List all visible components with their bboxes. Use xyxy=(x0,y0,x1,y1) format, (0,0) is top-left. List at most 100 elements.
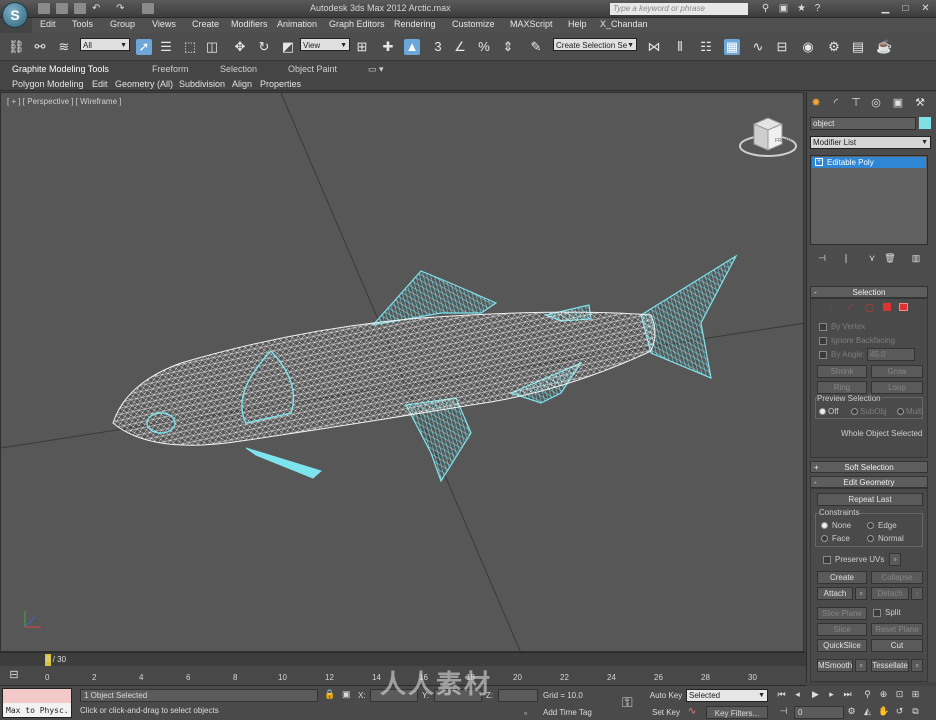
tessellate-settings-icon[interactable]: ▫ xyxy=(911,659,923,672)
search-icon[interactable]: ⚲ xyxy=(760,3,771,14)
constraint-edge-radio[interactable] xyxy=(867,522,874,529)
subtab-subdivision[interactable]: Subdivision xyxy=(179,79,225,89)
tab-selection[interactable]: Selection xyxy=(220,64,257,74)
time-configuration-icon[interactable]: ⚙ xyxy=(846,706,857,717)
shrink-button[interactable]: Shrink xyxy=(817,365,867,378)
select-and-move-icon[interactable]: ✥ xyxy=(232,39,248,55)
pan-view-icon[interactable]: ✋ xyxy=(878,706,889,717)
subtab-geometry-all[interactable]: Geometry (All) xyxy=(115,79,173,89)
maxscript-output[interactable] xyxy=(3,689,71,703)
select-and-link-icon[interactable]: ⛓ xyxy=(8,39,25,55)
curve-editor-icon[interactable]: ∿ xyxy=(750,39,766,55)
attach-list-icon[interactable]: ▫ xyxy=(855,587,867,600)
maximize-button[interactable]: □ xyxy=(900,3,911,14)
preview-off-radio[interactable] xyxy=(819,408,826,415)
msmooth-button[interactable]: MSmooth xyxy=(817,659,853,672)
align-icon[interactable]: ⫴ xyxy=(672,39,688,55)
subscription-icon[interactable]: ▣ xyxy=(778,3,789,14)
percent-snap-icon[interactable]: % xyxy=(476,39,492,55)
key-filters-button[interactable]: Key Filters... xyxy=(706,706,768,719)
rendered-frame-icon[interactable]: ▤ xyxy=(850,39,866,55)
object-color-swatch[interactable] xyxy=(919,117,931,129)
reference-coordinate-dropdown[interactable]: View ▼ xyxy=(300,38,350,51)
menu-graph-editors[interactable]: Graph Editors xyxy=(329,19,385,29)
menu-edit[interactable]: Edit xyxy=(40,19,56,29)
tab-object-paint[interactable]: Object Paint xyxy=(288,64,337,74)
render-setup-icon[interactable]: ⚙ xyxy=(826,39,842,55)
polygon-mode-icon[interactable] xyxy=(883,303,891,311)
auto-key-button[interactable]: Auto Key xyxy=(648,689,684,702)
slice-button[interactable]: Slice xyxy=(817,623,867,636)
menu-maxscript[interactable]: MAXScript xyxy=(510,19,553,29)
border-mode-icon[interactable]: ◯ xyxy=(865,303,874,312)
schematic-view-icon[interactable]: ⊟ xyxy=(774,39,790,55)
key-mode-toggle-icon[interactable]: ⊣ xyxy=(778,706,789,717)
motion-tab-icon[interactable]: ◎ xyxy=(869,96,883,110)
viewport-scene[interactable] xyxy=(1,93,804,652)
split-checkbox[interactable] xyxy=(873,609,881,617)
menu-x-chandan[interactable]: X_Chandan xyxy=(600,19,648,29)
modifier-list-dropdown[interactable]: Modifier List ▼ xyxy=(810,136,931,149)
new-file-icon[interactable] xyxy=(38,3,50,14)
maximize-viewport-icon[interactable]: ⧉ xyxy=(910,706,921,717)
menu-rendering[interactable]: Rendering xyxy=(394,19,436,29)
previous-frame-icon[interactable]: ◂ xyxy=(792,689,803,700)
snaps-toggle-icon[interactable]: 3 xyxy=(430,39,446,55)
menu-animation[interactable]: Animation xyxy=(277,19,317,29)
rectangular-selection-icon[interactable]: ⬚ xyxy=(182,39,198,55)
spinner-snap-icon[interactable]: ⇕ xyxy=(500,39,516,55)
create-tab-icon[interactable]: ✸ xyxy=(809,96,823,110)
angle-snap-icon[interactable]: ∠ xyxy=(452,39,468,55)
help-icon[interactable]: ? xyxy=(812,3,823,14)
perspective-viewport[interactable]: [ + ] [ Perspective ] [ Wireframe ] xyxy=(0,92,804,652)
expand-icon[interactable]: + xyxy=(815,158,823,166)
detach-settings-icon[interactable]: ▫ xyxy=(911,587,923,600)
soft-selection-rollout-header[interactable]: + Soft Selection xyxy=(810,461,928,473)
search-input[interactable]: Type a keyword or phrase xyxy=(610,3,748,15)
maxscript-listener[interactable]: Max to Physc. xyxy=(2,688,72,718)
bind-space-warp-icon[interactable]: ≋ xyxy=(56,39,72,55)
save-file-icon[interactable] xyxy=(74,3,86,14)
zoom-extents-icon[interactable]: ⊡ xyxy=(894,689,905,700)
pivot-center-icon[interactable]: ⊞ xyxy=(354,39,370,55)
selection-rollout-header[interactable]: - Selection xyxy=(810,286,928,298)
time-tag-icon[interactable]: ▫ xyxy=(524,708,527,718)
modify-tab-icon[interactable]: ◜ xyxy=(829,96,843,110)
set-key-button[interactable]: Set Key xyxy=(648,706,684,719)
edit-named-selection-icon[interactable]: ✎ xyxy=(528,39,544,55)
window-crossing-icon[interactable]: ◫ xyxy=(204,39,220,55)
layer-manager-icon[interactable]: ☷ xyxy=(698,39,714,55)
create-button[interactable]: Create xyxy=(817,571,867,584)
make-unique-icon[interactable]: ⋎ xyxy=(865,252,879,264)
repeat-last-button[interactable]: Repeat Last xyxy=(817,493,923,506)
selection-filter-dropdown[interactable]: All ▼ xyxy=(80,38,130,51)
select-by-name-icon[interactable]: ☰ xyxy=(158,39,174,55)
menu-group[interactable]: Group xyxy=(110,19,135,29)
minimize-button[interactable]: ▁ xyxy=(880,3,891,14)
element-mode-icon[interactable] xyxy=(899,303,908,311)
undo-icon[interactable]: ↶ xyxy=(92,3,104,14)
select-and-rotate-icon[interactable]: ↻ xyxy=(256,39,272,55)
select-object-icon[interactable]: ➚ xyxy=(136,39,152,55)
tessellate-button[interactable]: Tessellate xyxy=(871,659,909,672)
slice-plane-button[interactable]: Slice Plane xyxy=(817,607,867,620)
add-time-tag-button[interactable]: Add Time Tag xyxy=(543,708,592,717)
set-keys-icon[interactable]: ⚿ xyxy=(622,694,633,711)
play-icon[interactable]: ▶ xyxy=(810,689,821,700)
maxscript-input[interactable]: Max to Physc. xyxy=(6,706,69,715)
orbit-icon[interactable]: ↺ xyxy=(894,706,905,717)
loop-button[interactable]: Loop xyxy=(871,381,923,394)
subtab-properties[interactable]: Properties xyxy=(260,79,301,89)
preview-multi-radio[interactable] xyxy=(897,408,904,415)
field-of-view-icon[interactable]: ◭ xyxy=(862,706,873,717)
zoom-all-icon[interactable]: ⊕ xyxy=(878,689,889,700)
configure-modifier-sets-icon[interactable]: ▥ xyxy=(909,252,923,264)
z-coordinate-field[interactable] xyxy=(498,689,538,702)
by-angle-checkbox[interactable] xyxy=(819,351,827,359)
zoom-icon[interactable]: ⚲ xyxy=(862,689,873,700)
angle-spinner[interactable]: 45.0 xyxy=(867,348,915,361)
app-logo[interactable]: S xyxy=(2,2,28,28)
go-to-end-icon[interactable]: ⏭ xyxy=(842,689,853,700)
menu-help[interactable]: Help xyxy=(568,19,587,29)
key-mode-dropdown[interactable]: Selected ▼ xyxy=(686,689,768,702)
